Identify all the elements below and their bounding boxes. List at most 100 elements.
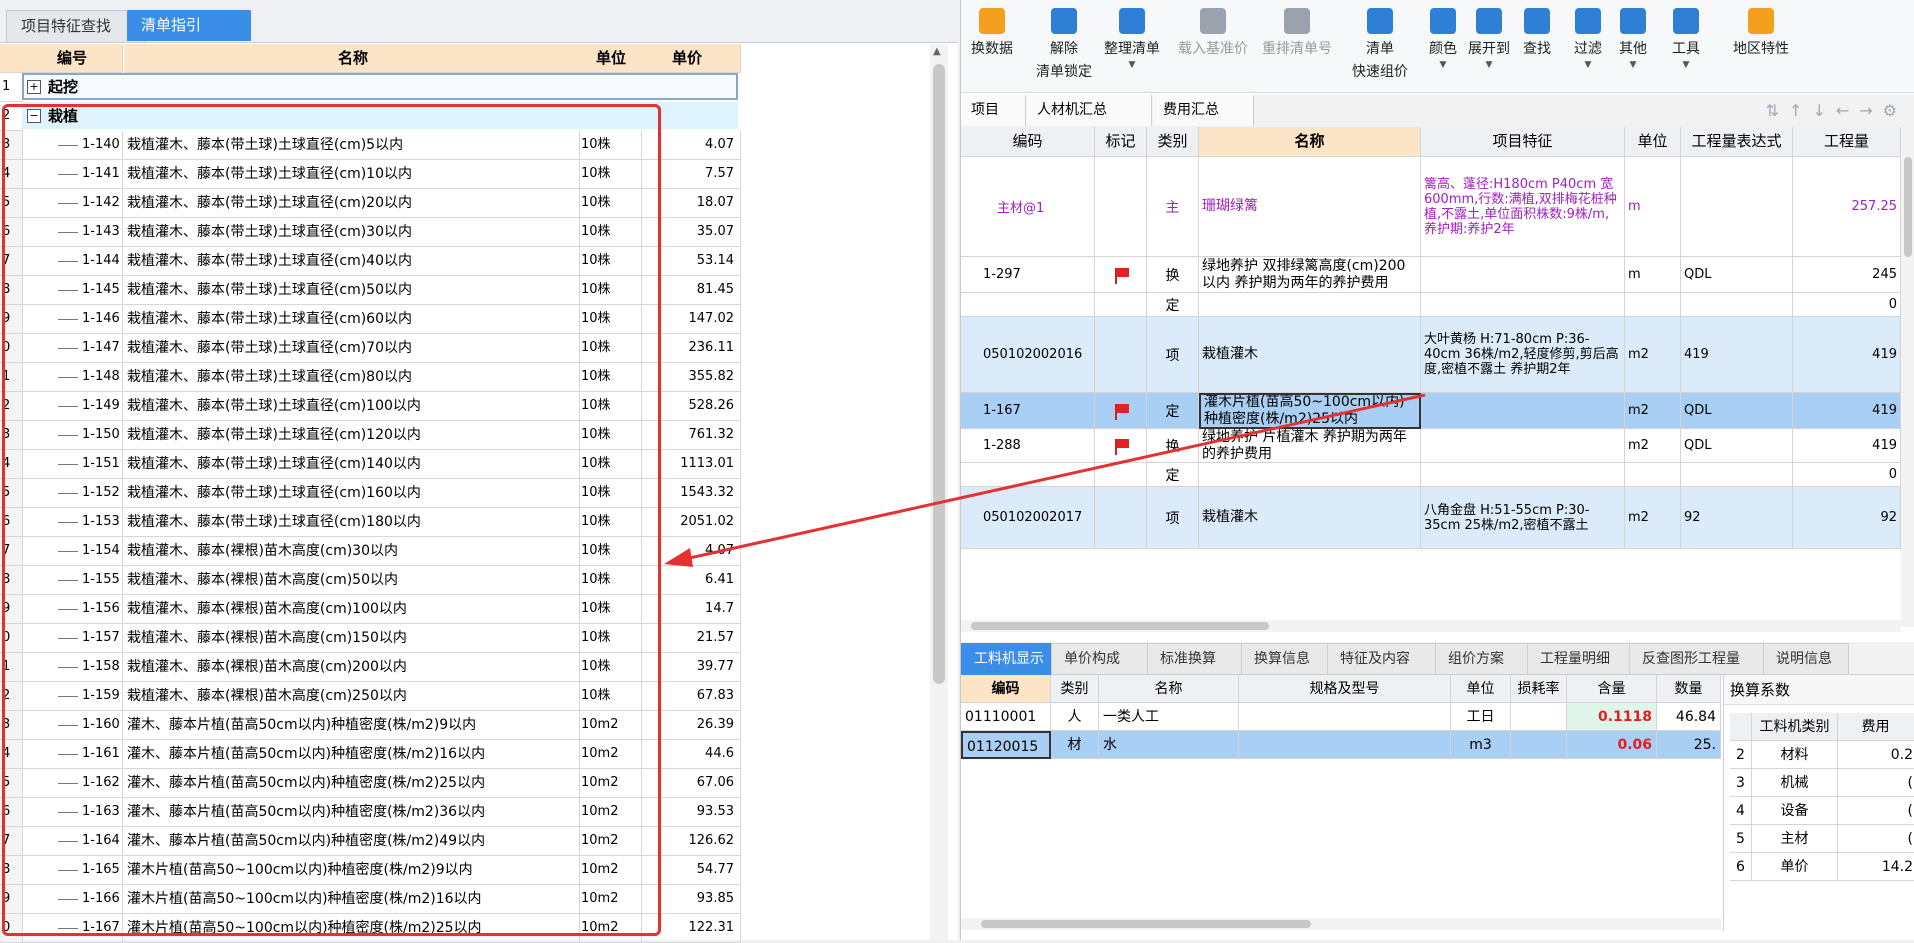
table-row[interactable]: 1-167 定 灌木片植(苗高50~100cm以内)种植密度(株/m2)25以内 m2… <box>961 393 1901 429</box>
table-row[interactable]: 6 1-163 灌木、藤本片植(苗高50cm以内)种植密度(株/m2)36以内 10m… <box>0 798 741 827</box>
fee-cell[interactable]: ( <box>1838 769 1914 797</box>
header-content[interactable]: 含量 <box>1567 675 1657 703</box>
code-cell[interactable]: 01120015 <box>961 731 1051 759</box>
fee-cell[interactable]: ( <box>1838 797 1914 825</box>
table-row[interactable]: 6 1-153 栽植灌木、藤本(带土球)土球直径(cm)180以内 10株 2051.0… <box>0 508 741 537</box>
content-cell[interactable]: 0.06 <box>1567 731 1657 759</box>
table-row[interactable]: 定0 <box>961 293 1901 317</box>
loss-rate-cell[interactable] <box>1511 731 1567 759</box>
header-price[interactable]: 单价 <box>640 44 741 73</box>
feature-cell[interactable] <box>1421 429 1625 463</box>
header-quantity[interactable]: 工程量 <box>1793 127 1901 157</box>
tab-bill-guide[interactable]: 清单指引 <box>127 10 251 41</box>
table-row[interactable]: 0 1-157 栽植灌木、藤本(裸根)苗木高度(cm)150以内 10株 21.57 <box>0 624 741 653</box>
name-cell[interactable] <box>1199 463 1421 487</box>
toolbar-button-12[interactable]: 地区特性 <box>1723 8 1799 58</box>
expression-cell[interactable]: QDL <box>1681 393 1793 429</box>
bottom-tab-6[interactable]: 工程量明细 <box>1527 643 1633 675</box>
coefficient-row[interactable]: 3 机械( <box>1730 769 1914 797</box>
toolbar-button-10[interactable]: 其他 ▼ <box>1613 8 1653 70</box>
table-row[interactable]: 5 1-162 灌木、藤本片植(苗高50cm以内)种植密度(株/m2)25以内 10m… <box>0 769 741 798</box>
table-row[interactable]: 5 1-142 栽植灌木、藤本(带土球)土球直径(cm)20以内 10株 18.07 <box>0 189 741 218</box>
bottom-tab-4[interactable]: 特征及内容 <box>1327 643 1439 675</box>
table-row[interactable]: 8 1-165 灌木片植(苗高50~100cm以内)种植密度(株/m2)9以内 10m… <box>0 856 741 885</box>
table-row[interactable]: 定0 <box>961 463 1901 487</box>
header-code[interactable]: 编码 <box>961 127 1095 157</box>
header-name[interactable]: 名称 <box>1099 675 1239 703</box>
header-code[interactable]: 编码 <box>961 675 1051 703</box>
table-row[interactable]: 050102002017 项 栽植灌木 八角金盘 H:51-55cm P:30-35c… <box>961 487 1901 549</box>
dropdown-caret-icon[interactable]: ▼ <box>1661 60 1711 70</box>
feature-cell[interactable] <box>1421 257 1625 293</box>
dropdown-caret-icon[interactable]: ▼ <box>1096 60 1168 70</box>
header-type[interactable]: 类别 <box>1051 675 1099 703</box>
table-row[interactable]: 1 1-158 栽植灌木、藤本(裸根)苗木高度(cm)200以内 10株 39.77 <box>0 653 741 682</box>
dropdown-caret-icon[interactable]: ▼ <box>1613 60 1653 70</box>
group-row[interactable]: 1 + 起挖 <box>0 73 740 102</box>
table-row[interactable]: 9 1-146 栽植灌木、藤本(带土球)土球直径(cm)60以内 10株 147.02 <box>0 305 741 334</box>
table-row[interactable]: 1-297 换 绿地养护 双排绿篱高度(cm)200以内 养护期为两年的养护费用 m Q… <box>961 257 1901 293</box>
table-row[interactable]: 9 1-156 栽植灌木、藤本(裸根)苗木高度(cm)100以内 10株 14.7 <box>0 595 741 624</box>
expression-cell[interactable] <box>1681 293 1793 317</box>
spec-cell[interactable] <box>1239 731 1451 759</box>
content-cell[interactable]: 0.1118 <box>1567 703 1657 731</box>
expand-toggle-icon[interactable]: − <box>27 109 41 123</box>
header-loss-rate[interactable]: 损耗率 <box>1511 675 1567 703</box>
expression-cell[interactable] <box>1681 463 1793 487</box>
name-cell[interactable]: 绿地养护 双排绿篱高度(cm)200以内 养护期为两年的养护费用 <box>1199 257 1421 293</box>
tab-feature-search[interactable]: 项目特征查找 <box>6 10 146 42</box>
header-unit[interactable]: 单位 <box>1625 127 1681 157</box>
table-row[interactable]: 主材@1 主 珊瑚绿篱 篱高、蓬径:H180cm P40cm 宽600mm,行数:满植… <box>961 157 1901 257</box>
header-mark[interactable]: 标记 <box>1095 127 1147 157</box>
header-type[interactable]: 类别 <box>1147 127 1199 157</box>
table-row[interactable]: 01120015 材水 m3 0.06 25. <box>961 731 1721 759</box>
header-code[interactable]: 编号 <box>22 44 123 73</box>
table-row[interactable]: 9 1-166 灌木片植(苗高50~100cm以内)种植密度(株/m2)16以内 10… <box>0 885 741 914</box>
dropdown-caret-icon[interactable]: ▼ <box>1426 60 1460 70</box>
table-row[interactable]: 7 1-154 栽植灌木、藤本(裸根)苗木高度(cm)30以内 10株 4.07 <box>0 537 741 566</box>
table-row[interactable]: 3 1-160 灌木、藤本片植(苗高50cm以内)种植密度(株/m2)9以内 10m2… <box>0 711 741 740</box>
expression-cell[interactable]: 92 <box>1681 487 1793 549</box>
name-cell[interactable]: 水 <box>1099 731 1239 759</box>
name-cell[interactable]: 一类人工 <box>1099 703 1239 731</box>
name-cell[interactable] <box>1199 293 1421 317</box>
table-row[interactable]: 0 1-147 栽植灌木、藤本(带土球)土球直径(cm)70以内 10株 236.11 <box>0 334 741 363</box>
header-expression[interactable]: 工程量表达式 <box>1681 127 1793 157</box>
header-amount[interactable]: 数量 <box>1657 675 1721 703</box>
bottom-tab-0[interactable]: 工料机显示 <box>961 643 1059 675</box>
table-row[interactable]: 4 1-141 栽植灌木、藤本(带土球)土球直径(cm)10以内 10株 7.57 <box>0 160 741 189</box>
bottom-horizontal-scrollbar[interactable] <box>961 918 1721 930</box>
table-row[interactable]: 6 1-143 栽植灌木、藤本(带土球)土球直径(cm)30以内 10株 35.07 <box>0 218 741 247</box>
name-cell[interactable]: 绿地养护 片植灌木 养护期为两年的养护费用 <box>1199 429 1421 463</box>
scrollbar-thumb[interactable] <box>1904 157 1912 257</box>
header-name[interactable]: 名称 <box>124 44 580 73</box>
toolbar-button-1[interactable]: 解除 清单锁定 <box>1033 8 1095 81</box>
right-horizontal-scrollbar[interactable] <box>961 620 1901 632</box>
table-row[interactable]: 4 1-151 栽植灌木、藤本(带土球)土球直径(cm)140以内 10株 1113.0… <box>0 450 741 479</box>
table-row[interactable]: 050102002016 项 栽植灌木 大叶黄杨 H:71-80cm P:36-40c… <box>961 317 1901 393</box>
tab-project[interactable]: 项目 <box>961 95 1026 126</box>
expression-cell[interactable] <box>1681 157 1793 257</box>
table-row[interactable]: 8 1-155 栽植灌木、藤本(裸根)苗木高度(cm)50以内 10株 6.41 <box>0 566 741 595</box>
table-row[interactable]: 8 1-145 栽植灌木、藤本(带土球)土球直径(cm)50以内 10株 81.45 <box>0 276 741 305</box>
right-vertical-scrollbar[interactable] <box>1901 127 1914 627</box>
toolbar-button-2[interactable]: 整理清单 ▼ <box>1096 8 1168 70</box>
toolbar-button-8[interactable]: 查找 <box>1517 8 1557 58</box>
toolbar-button-7[interactable]: 展开到 ▼ <box>1466 8 1512 70</box>
toolbar-button-9[interactable]: 过滤 ▼ <box>1568 8 1608 70</box>
table-row[interactable]: 4 1-161 灌木、藤本片植(苗高50cm以内)种植密度(株/m2)16以内 10m… <box>0 740 741 769</box>
table-row[interactable]: 01110001 人一类人工 工日 0.1118 46.84 <box>961 703 1721 731</box>
table-row[interactable]: 7 1-144 栽植灌木、藤本(带土球)土球直径(cm)40以内 10株 53.14 <box>0 247 741 276</box>
expression-cell[interactable]: QDL <box>1681 429 1793 463</box>
expression-cell[interactable]: QDL <box>1681 257 1793 293</box>
toolbar-button-11[interactable]: 工具 ▼ <box>1661 8 1711 70</box>
feature-cell[interactable] <box>1421 293 1625 317</box>
nav-arrows-icon[interactable]: ⇅↑↓←→⚙ <box>1766 101 1907 120</box>
bottom-tab-2[interactable]: 标准换算 <box>1147 643 1245 675</box>
fee-cell[interactable]: 0.2 <box>1838 741 1914 769</box>
tab-labor-material-summary[interactable]: 人材机汇总 <box>1027 95 1152 126</box>
loss-rate-cell[interactable] <box>1511 703 1567 731</box>
scrollbar-thumb[interactable] <box>933 64 945 684</box>
group-row[interactable]: 2− 栽植 <box>0 102 740 131</box>
dropdown-caret-icon[interactable]: ▼ <box>1568 60 1608 70</box>
